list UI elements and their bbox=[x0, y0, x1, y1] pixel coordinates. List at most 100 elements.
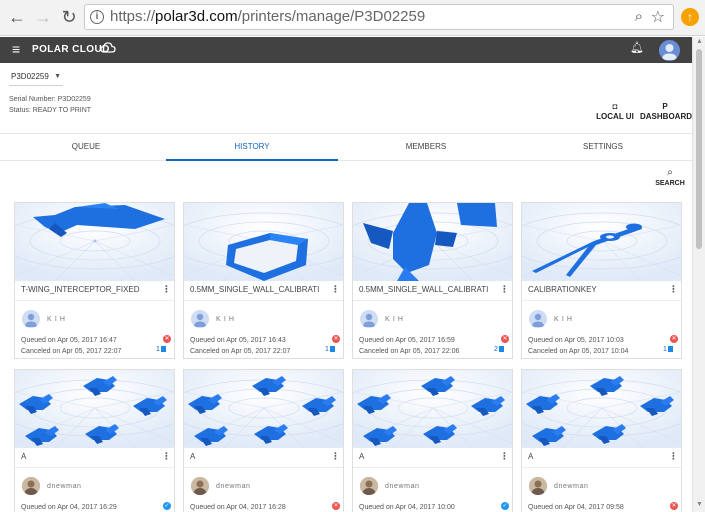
more-options-icon[interactable]: ⋮ bbox=[331, 451, 340, 462]
user-name: dnewman bbox=[47, 483, 82, 490]
zoom-icon[interactable]: ⌕ bbox=[635, 8, 643, 25]
back-arrow-icon[interactable]: ← bbox=[6, 6, 28, 28]
printer-select[interactable]: P3D02259 ▼ bbox=[9, 70, 63, 86]
user-silhouette-icon bbox=[532, 313, 544, 327]
queued-time: Queued on Apr 04, 2017 16:28 bbox=[190, 504, 286, 511]
user-avatar bbox=[191, 477, 209, 495]
queued-time: Queued on Apr 05, 2017 16:47 bbox=[21, 337, 117, 344]
card-divider bbox=[353, 300, 512, 301]
tab-bar: QUEUE HISTORY MEMBERS SETTINGS bbox=[0, 133, 692, 161]
local-ui-label: LOCAL UI bbox=[596, 112, 634, 121]
scroll-thumb[interactable] bbox=[696, 49, 702, 249]
canceled-status-icon: ✕ bbox=[670, 502, 678, 510]
scroll-down-arrow-icon[interactable]: ▼ bbox=[696, 501, 703, 508]
card-divider bbox=[15, 467, 174, 468]
job-thumbnail[interactable] bbox=[184, 370, 343, 448]
more-options-icon[interactable]: ⋮ bbox=[331, 284, 340, 295]
user-photo-icon bbox=[22, 477, 40, 495]
scroll-up-arrow-icon[interactable]: ▲ bbox=[696, 38, 703, 45]
hamburger-menu-icon[interactable]: ≡ bbox=[12, 41, 20, 57]
job-title: T-WING_INTERCEPTOR_FIXED bbox=[21, 285, 140, 294]
card-divider bbox=[184, 300, 343, 301]
model-preview-image bbox=[353, 370, 512, 448]
reload-icon[interactable]: ↻ bbox=[58, 6, 80, 28]
bookmark-star-icon[interactable]: ☆ bbox=[651, 7, 665, 27]
job-title: 0.5MM_SINGLE_WALL_CALIBRATI bbox=[359, 285, 489, 294]
user-avatar[interactable] bbox=[659, 40, 680, 61]
canceled-status-icon: ✕ bbox=[670, 335, 678, 343]
job-thumbnail[interactable] bbox=[353, 203, 512, 281]
job-thumbnail[interactable] bbox=[15, 203, 174, 281]
job-thumbnail[interactable] bbox=[184, 203, 343, 281]
tab-settings[interactable]: SETTINGS bbox=[517, 134, 689, 161]
tab-members[interactable]: MEMBERS bbox=[340, 134, 512, 161]
serial-number: Serial Number: P3D02259 bbox=[9, 96, 91, 103]
canceled-time: Canceled on Apr 05, 2017 22:07 bbox=[190, 348, 291, 355]
dashboard-label: DASHBOARD bbox=[640, 112, 692, 121]
job-card[interactable]: A ⋮ dnewman Queued on Apr 04, 2017 10:00… bbox=[352, 369, 513, 512]
address-bar[interactable]: i https://polar3d.com/printers/manage/P3… bbox=[84, 4, 674, 30]
card-divider bbox=[184, 467, 343, 468]
job-thumbnail[interactable] bbox=[15, 370, 174, 448]
dashboard-button[interactable]: P DASHBOARD bbox=[640, 102, 692, 121]
tab-history[interactable]: HISTORY bbox=[166, 134, 338, 161]
extension-icon[interactable]: ↑ bbox=[681, 8, 699, 26]
user-silhouette-icon bbox=[662, 44, 677, 60]
user-avatar bbox=[22, 310, 40, 328]
job-card[interactable]: A ⋮ dnewman Queued on Apr 04, 2017 16:29… bbox=[14, 369, 175, 512]
job-card[interactable]: T-WING_INTERCEPTOR_FIXED ⋮ K I H Queued … bbox=[14, 202, 175, 359]
more-options-icon[interactable]: ⋮ bbox=[162, 451, 171, 462]
notification-bell-icon[interactable]: 🔔︎ bbox=[630, 41, 644, 54]
search-label: SEARCH bbox=[655, 180, 685, 187]
job-card[interactable]: A ⋮ dnewman Queued on Apr 04, 2017 09:58… bbox=[521, 369, 682, 512]
job-card[interactable]: A ⋮ dnewman Queued on Apr 04, 2017 16:28… bbox=[183, 369, 344, 512]
card-divider bbox=[353, 467, 512, 468]
copies-value: 1 bbox=[663, 346, 667, 353]
user-name: dnewman bbox=[216, 483, 251, 490]
more-options-icon[interactable]: ⋮ bbox=[500, 284, 509, 295]
queued-time: Queued on Apr 04, 2017 16:29 bbox=[21, 504, 117, 511]
local-ui-button[interactable]: ◘ LOCAL UI bbox=[596, 102, 634, 121]
canceled-status-icon: ✕ bbox=[332, 335, 340, 343]
search-button[interactable]: ⌕ SEARCH bbox=[651, 168, 689, 188]
more-options-icon[interactable]: ⋮ bbox=[162, 284, 171, 295]
job-card[interactable]: 0.5MM_SINGLE_WALL_CALIBRATI ⋮ K I H Queu… bbox=[183, 202, 344, 359]
more-options-icon[interactable]: ⋮ bbox=[669, 284, 678, 295]
url-text[interactable]: https://polar3d.com/printers/manage/P3D0… bbox=[110, 8, 425, 25]
more-options-icon[interactable]: ⋮ bbox=[669, 451, 678, 462]
job-title: A bbox=[528, 452, 534, 461]
app-bar: ≡ POLAR CLOUD 🔔︎ bbox=[0, 37, 692, 63]
queued-time: Queued on Apr 05, 2017 16:59 bbox=[359, 337, 455, 344]
queued-time: Queued on Apr 04, 2017 10:00 bbox=[359, 504, 455, 511]
job-thumbnail[interactable] bbox=[522, 370, 681, 448]
forward-arrow-icon[interactable]: → bbox=[32, 6, 54, 28]
job-card[interactable]: 0.5MM_SINGLE_WALL_CALIBRATI ⋮ K I H Queu… bbox=[352, 202, 513, 359]
user-name: K I H bbox=[216, 316, 235, 323]
user-silhouette-icon bbox=[363, 313, 375, 327]
page-scrollbar[interactable]: ▲ ▼ bbox=[692, 37, 705, 512]
job-title: CALIBRATIONKEY bbox=[528, 285, 597, 294]
brand-logo-text[interactable]: POLAR CLOUD bbox=[32, 44, 110, 55]
job-title: A bbox=[359, 452, 365, 461]
more-options-icon[interactable]: ⋮ bbox=[500, 451, 509, 462]
job-thumbnail[interactable] bbox=[522, 203, 681, 281]
user-avatar bbox=[360, 310, 378, 328]
canceled-time: Canceled on Apr 05, 2017 22:06 bbox=[359, 348, 460, 355]
model-preview-image bbox=[15, 203, 174, 281]
user-avatar bbox=[22, 477, 40, 495]
file-icon bbox=[329, 346, 335, 352]
job-title: 0.5MM_SINGLE_WALL_CALIBRATI bbox=[190, 285, 320, 294]
copies-count: 1 bbox=[325, 346, 335, 353]
canceled-status-icon: ✕ bbox=[332, 502, 340, 510]
user-silhouette-icon bbox=[25, 313, 37, 327]
queued-time: Queued on Apr 05, 2017 16:43 bbox=[190, 337, 286, 344]
tab-queue[interactable]: QUEUE bbox=[0, 134, 172, 161]
job-thumbnail[interactable] bbox=[353, 370, 512, 448]
user-name: K I H bbox=[385, 316, 404, 323]
canceled-status-icon: ✕ bbox=[501, 335, 509, 343]
completed-status-icon: ✓ bbox=[501, 502, 509, 510]
job-card[interactable]: CALIBRATIONKEY ⋮ K I H Queued on Apr 05,… bbox=[521, 202, 682, 359]
job-title: A bbox=[21, 452, 27, 461]
printer-status: Status: READY TO PRINT bbox=[9, 107, 92, 114]
site-info-icon[interactable]: i bbox=[90, 10, 104, 24]
